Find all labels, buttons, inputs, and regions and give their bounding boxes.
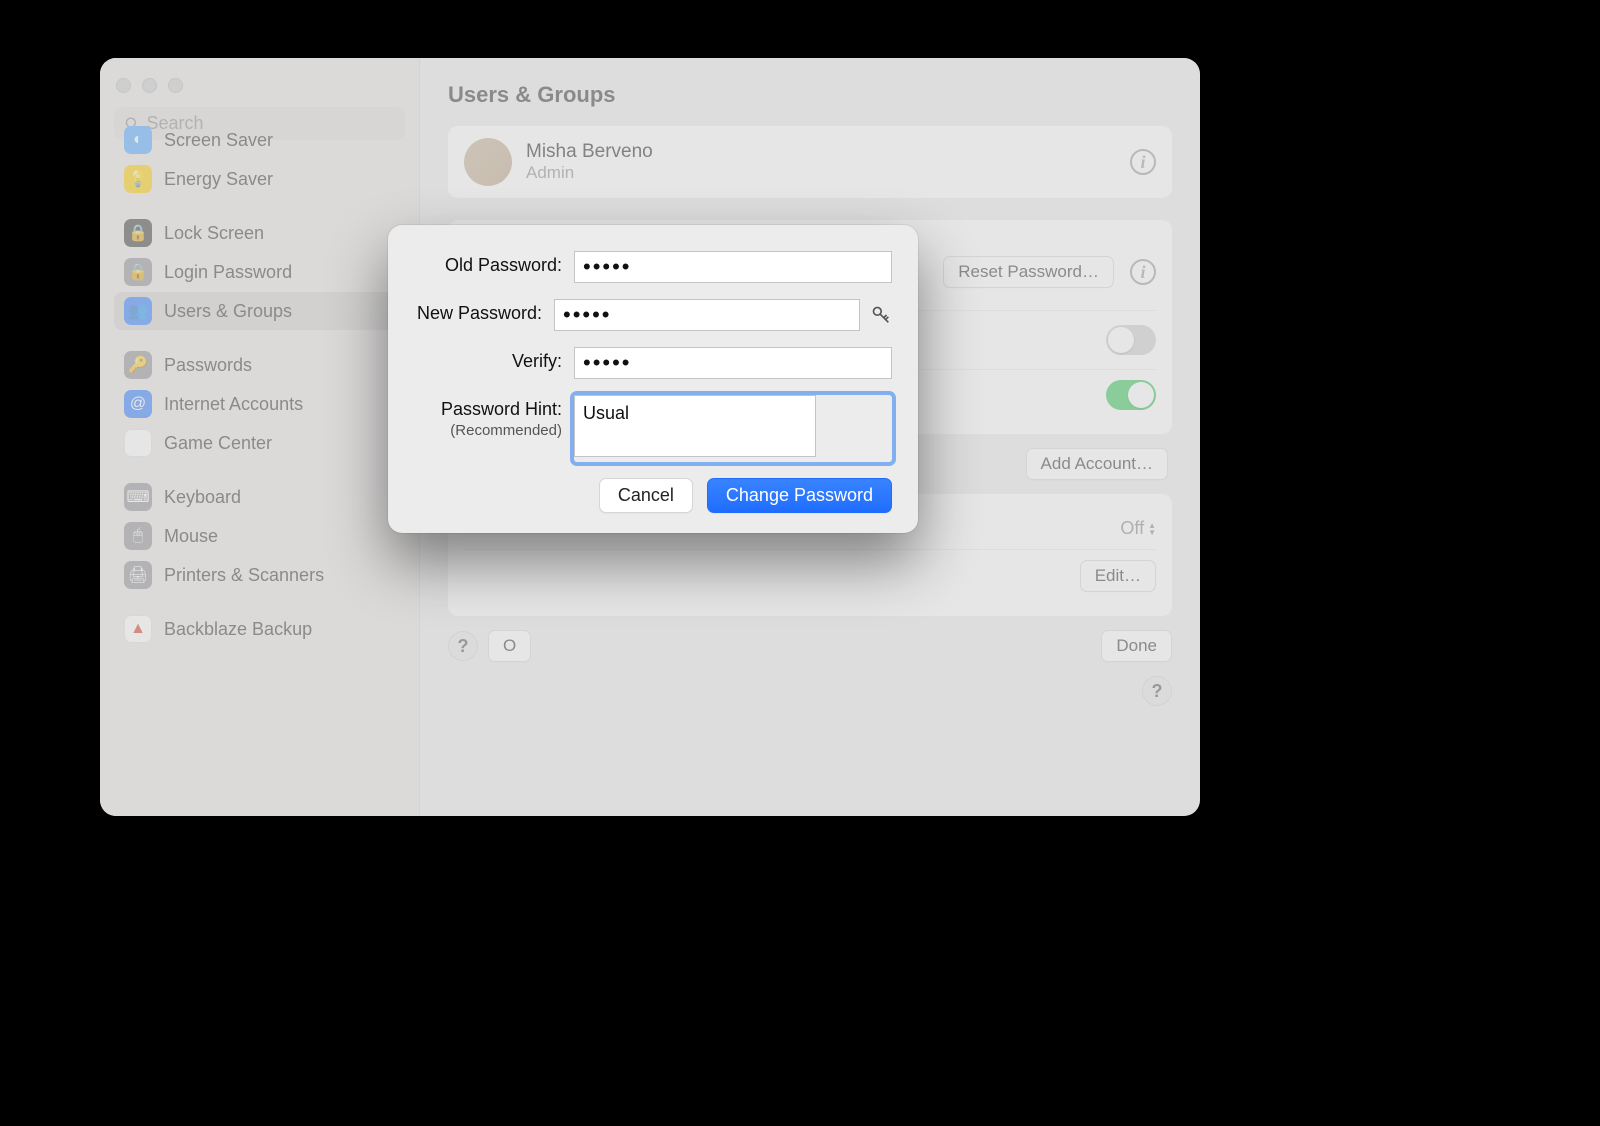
change-password-button[interactable]: Change Password (707, 478, 892, 513)
sidebar-item-label: Screen Saver (164, 130, 273, 151)
old-password-label: Old Password: (414, 251, 574, 276)
sidebar-item-label: Lock Screen (164, 223, 264, 244)
help-button[interactable]: ? (1142, 676, 1172, 706)
sidebar-item-printers-scanners[interactable]: 🖨 Printers & Scanners (114, 556, 405, 594)
sidebar-item-label: Mouse (164, 526, 218, 547)
user-name: Misha Berveno (526, 141, 653, 163)
auto-login-value[interactable]: Off ▲▼ (1120, 518, 1156, 539)
sidebar-item-label: Users & Groups (164, 301, 292, 322)
sidebar: ◐ Screen Saver 💡 Energy Saver 🔒 Lock Screen 🔒 L… (100, 58, 420, 816)
sidebar-item-label: Game Center (164, 433, 272, 454)
sidebar-item-login-password[interactable]: 🔒 Login Password (114, 253, 405, 291)
bulb-icon: 💡 (124, 165, 152, 193)
mouse-icon: 🖱 (124, 522, 152, 550)
reset-password-button[interactable]: Reset Password… (943, 256, 1114, 288)
sidebar-item-label: Keyboard (164, 487, 241, 508)
screen-saver-icon: ◐ (124, 126, 152, 154)
verify-label: Verify: (414, 347, 574, 372)
key-icon[interactable] (870, 304, 892, 326)
flame-icon: ▲ (124, 615, 152, 643)
key-icon: 🔑 (124, 351, 152, 379)
cancel-button[interactable]: Cancel (599, 478, 693, 513)
at-icon: @ (124, 390, 152, 418)
done-button[interactable]: Done (1101, 630, 1172, 662)
padlock-icon: 🔒 (124, 258, 152, 286)
user-role: Admin (526, 163, 653, 183)
change-password-sheet: Old Password: New Password: Verify: Pass… (388, 225, 918, 533)
sidebar-item-passwords[interactable]: 🔑 Passwords (114, 346, 405, 384)
info-button[interactable]: i (1130, 149, 1156, 175)
sidebar-item-label: Internet Accounts (164, 394, 303, 415)
open-button[interactable]: O (488, 630, 531, 662)
sidebar-item-label: Energy Saver (164, 169, 273, 190)
sidebar-item-game-center[interactable]: ✿ Game Center (114, 424, 405, 462)
sidebar-item-energy-saver[interactable]: 💡 Energy Saver (114, 160, 405, 198)
info-button[interactable]: i (1130, 259, 1156, 285)
new-password-label: New Password: (414, 299, 554, 324)
new-password-field[interactable] (554, 299, 860, 331)
sidebar-nav: ◐ Screen Saver 💡 Energy Saver 🔒 Lock Screen 🔒 L… (110, 120, 409, 802)
footer-row: ? O Done (448, 630, 1172, 662)
users-icon: 👥 (124, 297, 152, 325)
old-password-field[interactable] (574, 251, 892, 283)
add-account-button[interactable]: Add Account… (1026, 448, 1168, 480)
edit-button[interactable]: Edit… (1080, 560, 1156, 592)
avatar[interactable] (464, 138, 512, 186)
sidebar-item-label: Passwords (164, 355, 252, 376)
game-center-icon: ✿ (124, 429, 152, 457)
sidebar-item-label: Login Password (164, 262, 292, 283)
sidebar-item-mouse[interactable]: 🖱 Mouse (114, 517, 405, 555)
verify-password-field[interactable] (574, 347, 892, 379)
traffic-lights (110, 72, 409, 107)
primary-user-row: Misha Berveno Admin i (448, 126, 1172, 198)
password-hint-field[interactable] (574, 395, 816, 457)
keyboard-icon: ⌨ (124, 483, 152, 511)
zoom-dot[interactable] (168, 78, 183, 93)
sidebar-item-label: Backblaze Backup (164, 619, 312, 640)
page-title: Users & Groups (448, 82, 1172, 108)
allow-toggle[interactable] (1106, 380, 1156, 410)
sidebar-item-lock-screen[interactable]: 🔒 Lock Screen (114, 214, 405, 252)
sidebar-item-internet-accounts[interactable]: @ Internet Accounts (114, 385, 405, 423)
sidebar-item-users-groups[interactable]: 👥 Users & Groups (114, 292, 405, 330)
allow-admin-toggle[interactable] (1106, 325, 1156, 355)
sidebar-item-backblaze-backup[interactable]: ▲ Backblaze Backup (114, 610, 405, 648)
minimize-dot[interactable] (142, 78, 157, 93)
sidebar-item-screen-saver[interactable]: ◐ Screen Saver (114, 121, 405, 159)
help-button[interactable]: ? (448, 631, 478, 661)
sidebar-item-label: Printers & Scanners (164, 565, 324, 586)
close-dot[interactable] (116, 78, 131, 93)
hint-label: Password Hint: (Recommended) (414, 395, 574, 439)
chevron-up-down-icon: ▲▼ (1148, 522, 1156, 536)
sidebar-item-keyboard[interactable]: ⌨ Keyboard (114, 478, 405, 516)
lock-icon: 🔒 (124, 219, 152, 247)
printer-icon: 🖨 (124, 561, 152, 589)
